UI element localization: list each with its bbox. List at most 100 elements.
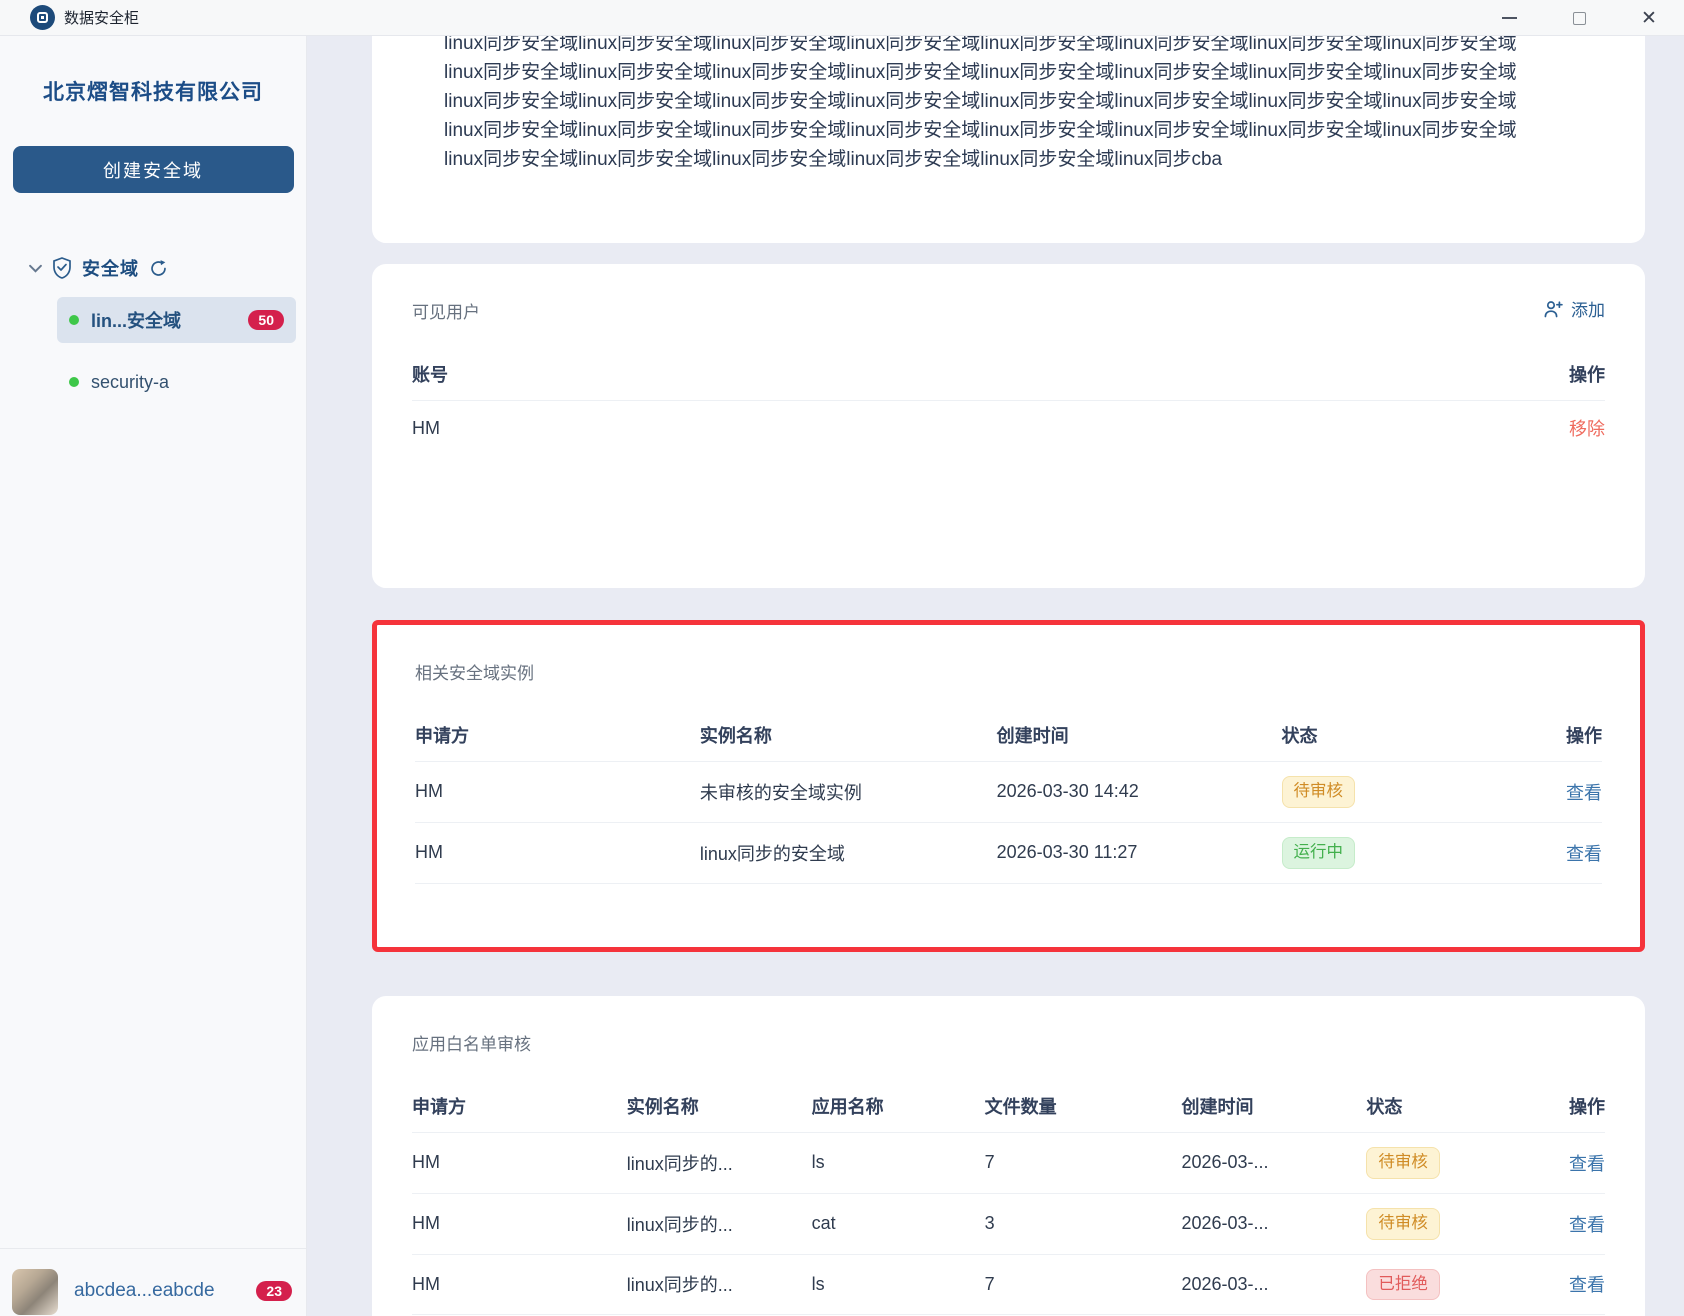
sidebar-item-lin-security-domain[interactable]: lin...安全域 50 — [57, 297, 296, 343]
status-cell: 待审核 — [1366, 1193, 1522, 1255]
add-user-label: 添加 — [1571, 301, 1605, 320]
visible-users-card: 可见用户 添加 账号 操作 HM 移除 — [372, 264, 1645, 588]
domain-description-text: linux同步安全域linux同步安全域linux同步安全域linux同步安全域… — [444, 36, 1517, 170]
notification-count-badge: 23 — [256, 1280, 292, 1301]
column-header: 创建时间 — [996, 710, 1282, 762]
column-header: 应用名称 — [811, 1081, 985, 1133]
column-header: 创建时间 — [1181, 1081, 1367, 1133]
table-row: HM linux同步的... cat 3 2026-03-... 待审核 查看 — [412, 1193, 1605, 1255]
table-row: HM linux同步的... ls 7 2026-03-... 待审核 查看 — [412, 1132, 1605, 1194]
table-cell: linux同步的... — [626, 1193, 812, 1255]
visible-users-title: 可见用户 — [412, 303, 480, 322]
close-button[interactable]: ✕ — [1614, 0, 1684, 36]
view-link[interactable]: 查看 — [1566, 844, 1602, 864]
status-badge: 已拒绝 — [1366, 1268, 1440, 1301]
table-cell: 3 — [984, 1193, 1182, 1255]
remove-link[interactable]: 移除 — [1569, 419, 1605, 439]
app-whitelist-card: 应用白名单审核 申请方 实例名称 应用名称 文件数量 创建时间 状态 操作 HM linux同步… — [372, 996, 1645, 1316]
table-row: HM 未审核的安全域实例 2026-03-30 14:42 待审核 查看 — [415, 761, 1602, 823]
column-header: 状态 — [1366, 1081, 1522, 1133]
table-cell: 7 — [984, 1132, 1182, 1194]
maximize-button[interactable] — [1544, 0, 1614, 36]
table-cell: 未审核的安全域实例 — [699, 761, 997, 823]
titlebar: 数据安全柜 ✕ — [0, 0, 1684, 36]
user-avatar — [12, 1268, 58, 1315]
action-cell: 查看 — [1521, 1193, 1605, 1255]
table-row: HM linux同步的... ls 7 2026-03-... 已拒绝 查看 — [412, 1254, 1605, 1316]
user-name: abcdea...eabcde — [74, 1279, 215, 1301]
table-cell: 2026-03-... — [1181, 1132, 1367, 1194]
view-link[interactable]: 查看 — [1569, 1215, 1605, 1235]
status-cell: 待审核 — [1366, 1132, 1522, 1194]
view-link[interactable]: 查看 — [1566, 783, 1602, 803]
table-cell: 2026-03-... — [1181, 1254, 1367, 1316]
status-cell: 已拒绝 — [1366, 1254, 1522, 1316]
app-whitelist-table: 申请方 实例名称 应用名称 文件数量 创建时间 状态 操作 HM linux同步的... ls 7 2… — [412, 1081, 1605, 1316]
domain-description-card: linux同步安全域linux同步安全域linux同步安全域linux同步安全域… — [372, 36, 1645, 243]
refresh-icon[interactable] — [149, 259, 168, 278]
app-whitelist-title: 应用白名单审核 — [412, 1035, 531, 1054]
window-title: 数据安全柜 — [64, 10, 140, 27]
table-cell: ls — [811, 1254, 985, 1316]
table-row: HM linux同步的安全域 2026-03-30 11:27 运行中 查看 — [415, 822, 1602, 884]
action-cell: 移除 — [1009, 401, 1605, 456]
tree-group-security-domain[interactable]: 安全域 — [0, 255, 306, 281]
current-user-row[interactable]: abcdea...eabcde 23 — [0, 1248, 306, 1316]
action-cell: 查看 — [1495, 822, 1602, 884]
view-link[interactable]: 查看 — [1569, 1154, 1605, 1174]
related-instances-title: 相关安全域实例 — [415, 664, 534, 683]
table-cell: linux同步的... — [626, 1254, 812, 1316]
status-dot-icon — [69, 377, 79, 387]
action-cell: 查看 — [1521, 1254, 1605, 1316]
action-cell: 查看 — [1521, 1132, 1605, 1194]
column-header: 操作 — [1495, 710, 1602, 762]
main-content: linux同步安全域linux同步安全域linux同步安全域linux同步安全域… — [307, 36, 1684, 1316]
table-cell: HM — [412, 1193, 627, 1255]
unread-count-badge: 50 — [248, 310, 284, 330]
related-instances-table: 申请方 实例名称 创建时间 状态 操作 HM 未审核的安全域实例 2026-03-30 14:… — [415, 710, 1602, 884]
table-cell: HM — [415, 761, 700, 823]
person-plus-icon — [1543, 299, 1564, 319]
column-header: 操作 — [1008, 349, 1605, 401]
table-cell: HM — [415, 822, 700, 884]
shield-check-icon — [52, 257, 72, 279]
maximize-icon — [1572, 11, 1586, 25]
sidebar-item-security-a[interactable]: security-a — [57, 359, 296, 405]
column-header: 操作 — [1521, 1081, 1605, 1133]
view-link[interactable]: 查看 — [1569, 1275, 1605, 1295]
status-badge: 待审核 — [1366, 1147, 1440, 1179]
visible-users-table: 账号 操作 HM 移除 — [412, 349, 1605, 455]
column-header: 申请方 — [412, 1081, 627, 1133]
sidebar-item-label: security-a — [91, 371, 170, 392]
minimize-button[interactable] — [1474, 0, 1544, 36]
table-cell: 2026-03-30 14:42 — [996, 761, 1282, 823]
chevron-down-icon[interactable] — [29, 264, 42, 273]
column-header: 实例名称 — [699, 710, 997, 762]
close-icon: ✕ — [1641, 7, 1657, 29]
table-cell: linux同步的安全域 — [699, 822, 997, 884]
column-header: 申请方 — [415, 710, 700, 762]
table-cell: 7 — [984, 1254, 1182, 1316]
related-instances-card-highlighted: 相关安全域实例 申请方 实例名称 创建时间 状态 操作 HM 未审核的安全域实例 2026-0… — [372, 620, 1645, 952]
table-cell: ls — [811, 1132, 985, 1194]
status-badge: 运行中 — [1281, 836, 1355, 869]
tree-group-label: 安全域 — [82, 259, 139, 279]
app-logo-safe-icon — [30, 5, 55, 30]
table-cell: HM — [412, 1132, 627, 1194]
table-cell: 2026-03-30 11:27 — [996, 822, 1282, 884]
table-cell: HM — [412, 417, 440, 438]
table-row: HM 移除 — [412, 401, 1605, 456]
create-security-domain-button[interactable]: 创建安全域 — [12, 146, 294, 193]
table-cell: linux同步的... — [626, 1132, 812, 1194]
status-badge: 待审核 — [1366, 1207, 1440, 1240]
table-cell: cat — [811, 1193, 985, 1255]
company-name: 北京熠智科技有限公司 — [43, 81, 263, 104]
column-header: 文件数量 — [984, 1081, 1182, 1133]
minimize-icon — [1501, 17, 1517, 19]
add-user-button[interactable]: 添加 — [1543, 296, 1605, 321]
status-dot-icon — [69, 315, 79, 325]
status-cell: 待审核 — [1281, 761, 1496, 823]
sidebar-item-label: lin...安全域 — [91, 311, 181, 331]
sidebar: 北京熠智科技有限公司 创建安全域 安全域 lin...安全域 50 securi… — [0, 36, 307, 1316]
column-header: 状态 — [1281, 710, 1496, 762]
